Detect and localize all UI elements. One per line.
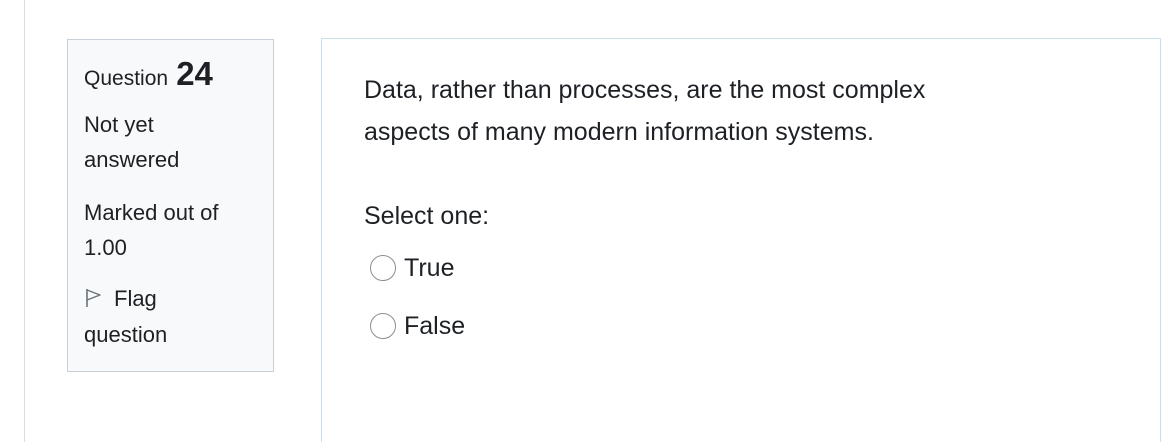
question-text-line-1: Data, rather than processes, are the mos… [364, 76, 926, 104]
question-text-line-2: aspects of many modern information syste… [364, 118, 874, 146]
question-number: Question 24 [84, 56, 257, 94]
answer-option-true[interactable]: True [370, 243, 1130, 293]
question-content: Data, rather than processes, are the mos… [321, 38, 1161, 442]
question-state-line-2: answered [84, 147, 180, 172]
answer-option-true-label[interactable]: True [404, 254, 454, 283]
flag-outline-icon [84, 283, 104, 307]
radio-button-true[interactable] [370, 255, 396, 281]
flag-question-link[interactable]: Flag question [84, 281, 257, 353]
question-grade: Marked out of 1.00 [84, 195, 257, 265]
question-label: Question [84, 67, 169, 90]
radio-button-false[interactable] [370, 313, 396, 339]
flag-label-line-2: question [84, 322, 168, 347]
answer-option-false[interactable]: False [370, 301, 1130, 351]
question-state-line-1: Not yet [84, 112, 154, 137]
page-left-divider [24, 0, 25, 442]
question-number-value: 24 [176, 55, 213, 92]
flag-label-line-1: Flag [114, 286, 157, 311]
answer-prompt: Select one: [364, 202, 490, 230]
question-text: Data, rather than processes, are the mos… [364, 69, 1064, 153]
question-state: Not yet answered [84, 107, 257, 177]
question-grade-line-2: 1.00 [84, 235, 127, 260]
answer-option-false-label[interactable]: False [404, 312, 465, 341]
quiz-page: Question 24 Not yet answered Marked out … [0, 0, 1176, 442]
answer-options: True False [364, 243, 1130, 351]
question-info-panel: Question 24 Not yet answered Marked out … [67, 39, 274, 372]
question-grade-line-1: Marked out of [84, 200, 219, 225]
